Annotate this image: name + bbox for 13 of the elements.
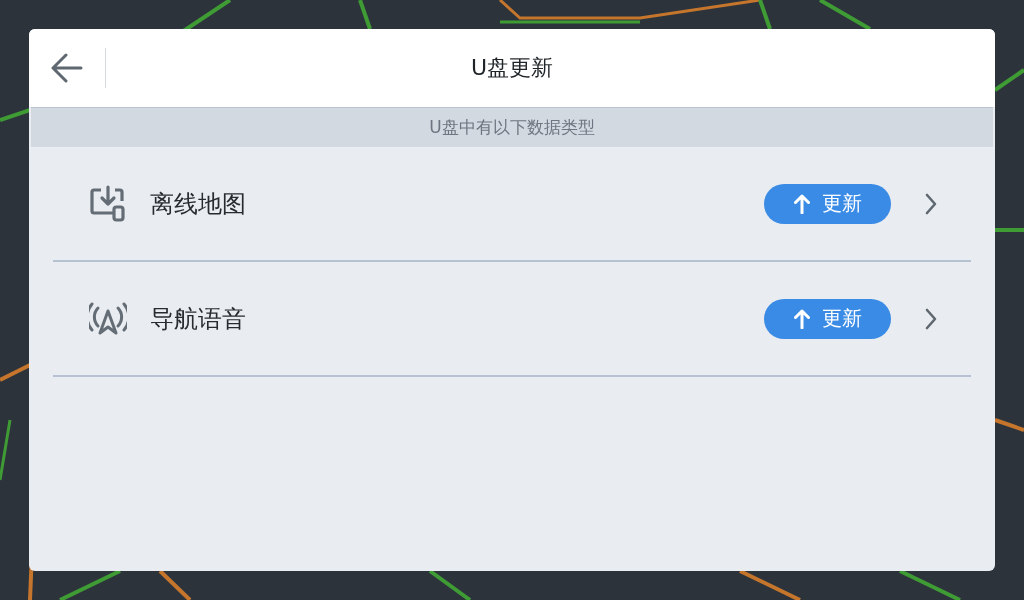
info-text: U盘中有以下数据类型 [429,116,595,139]
back-arrow-icon [51,53,83,83]
antenna-icon [89,301,127,336]
arrow-up-icon [793,308,810,329]
chevron-right-icon[interactable] [925,307,937,330]
update-button[interactable]: 更新 [764,183,891,224]
update-button[interactable]: 更新 [764,298,891,339]
arrow-up-icon [793,193,810,214]
chevron-right-icon[interactable] [925,192,937,215]
page-title: U盘更新 [470,54,554,82]
download-tray-icon [89,184,127,223]
item-label: 离线地图 [150,188,246,220]
item-label: 导航语音 [150,303,246,335]
